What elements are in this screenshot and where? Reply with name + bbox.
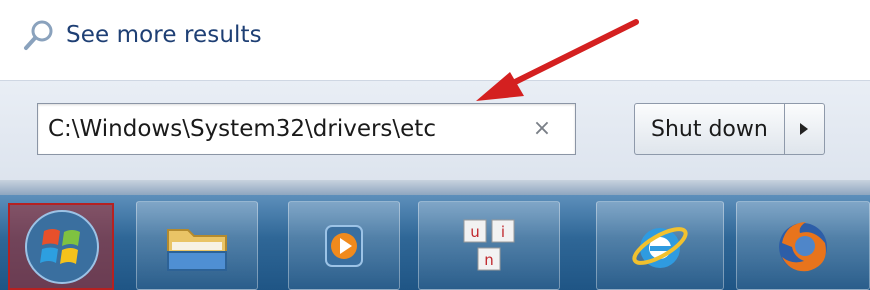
internet-explorer-icon xyxy=(632,226,688,268)
start-menu-bottom-bar: × Shut down xyxy=(0,80,870,181)
uni-tile-n: n xyxy=(484,251,494,269)
taskbar-firefox[interactable] xyxy=(736,201,870,290)
taskbar: u i n xyxy=(0,195,870,290)
clear-search-icon[interactable]: × xyxy=(529,116,555,142)
folder-icon xyxy=(167,228,227,271)
uni-tiles-icon: u i n xyxy=(463,219,515,270)
start-button[interactable] xyxy=(8,203,114,290)
uni-tile-i: i xyxy=(501,223,505,241)
shutdown-group: Shut down xyxy=(634,103,825,155)
taskbar-top-edge xyxy=(0,180,870,195)
shut-down-button[interactable]: Shut down xyxy=(634,103,785,155)
see-more-results-link[interactable]: See more results xyxy=(22,18,262,52)
taskbar-media-player[interactable] xyxy=(288,201,400,290)
taskbar-uni-app[interactable]: u i n xyxy=(418,201,560,290)
firefox-icon xyxy=(779,221,827,271)
uni-tile-u: u xyxy=(470,223,480,241)
search-box[interactable]: × xyxy=(37,103,576,155)
windows-logo-icon xyxy=(25,210,99,284)
search-icon xyxy=(24,20,53,50)
start-menu-results: See more results xyxy=(0,0,870,80)
media-player-icon xyxy=(325,224,363,267)
search-input[interactable] xyxy=(48,104,518,154)
see-more-results-label: See more results xyxy=(66,22,262,48)
shutdown-options-button[interactable] xyxy=(784,103,825,155)
play-triangle-icon xyxy=(800,123,809,135)
taskbar-internet-explorer[interactable] xyxy=(596,201,724,290)
taskbar-file-explorer[interactable] xyxy=(136,201,258,290)
